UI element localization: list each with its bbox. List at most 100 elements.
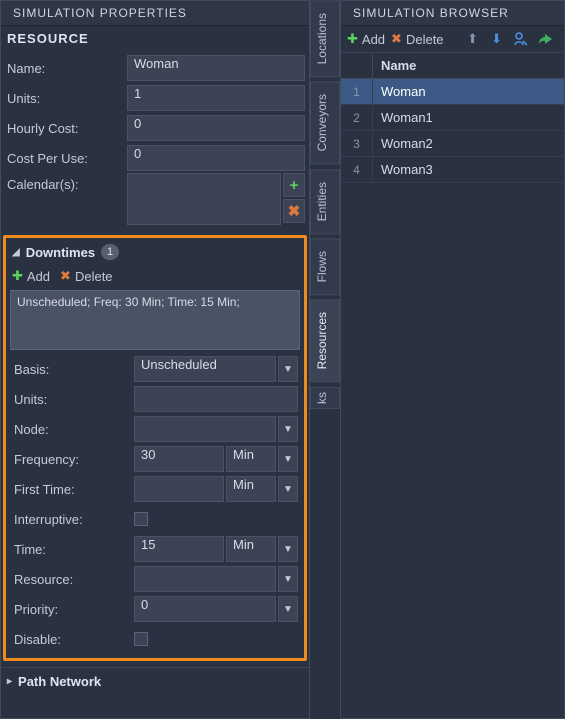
properties-title: SIMULATION PROPERTIES [1, 1, 309, 26]
time-label: Time: [12, 542, 128, 557]
table-row[interactable]: 2 Woman1 [341, 105, 564, 131]
dt-resource-label: Resource: [12, 572, 128, 587]
browser-delete-label: Delete [406, 32, 444, 47]
find-icon[interactable] [512, 30, 530, 48]
downtime-entry[interactable]: Unscheduled; Freq: 30 Min; Time: 15 Min; [17, 295, 293, 309]
dt-resource-select[interactable] [134, 566, 276, 592]
downtime-delete-label: Delete [75, 269, 113, 284]
units-label: Units: [5, 91, 121, 106]
path-network-header[interactable]: ▸ Path Network [1, 667, 309, 695]
time-input[interactable]: 15 [134, 536, 224, 562]
tab-conveyors[interactable]: Conveyors [310, 81, 340, 164]
priority-label: Priority: [12, 602, 128, 617]
category-tabs: Locations Conveyors Entities Flows Resou… [310, 0, 340, 719]
close-icon: ✖ [60, 268, 71, 284]
plus-icon: + [290, 177, 299, 194]
person-search-icon [513, 31, 529, 47]
interruptive-label: Interruptive: [12, 512, 128, 527]
disable-checkbox[interactable] [134, 632, 148, 646]
first-time-unit-select[interactable]: Min [226, 476, 276, 502]
priority-input[interactable]: 0 [134, 596, 276, 622]
hourly-cost-label: Hourly Cost: [5, 121, 121, 136]
downtimes-header: Downtimes [26, 245, 95, 260]
basis-label: Basis: [12, 362, 128, 377]
browser-delete-button[interactable]: ✖ Delete [391, 31, 443, 47]
first-time-input[interactable] [134, 476, 224, 502]
plus-icon: ✚ [347, 31, 358, 47]
row-number: 3 [341, 131, 373, 156]
tab-locations[interactable]: Locations [310, 0, 340, 77]
name-label: Name: [5, 61, 121, 76]
chevron-down-icon[interactable]: ▼ [278, 446, 298, 472]
row-number: 1 [341, 79, 373, 104]
properties-panel: SIMULATION PROPERTIES RESOURCE Name: Wom… [0, 0, 310, 719]
dt-units-label: Units: [12, 392, 128, 407]
row-name[interactable]: Woman1 [373, 105, 564, 130]
frequency-input[interactable]: 30 [134, 446, 224, 472]
node-label: Node: [12, 422, 128, 437]
resource-section-header: RESOURCE [1, 26, 309, 51]
browser-panel: SIMULATION BROWSER ✚ Add ✖ Delete ⬆ ⬇ Na [340, 0, 565, 719]
chevron-down-icon[interactable]: ▼ [278, 476, 298, 502]
basis-select[interactable]: Unscheduled [134, 356, 276, 382]
downtime-add-label: Add [27, 269, 50, 284]
plus-icon: ✚ [12, 268, 23, 284]
tab-resources[interactable]: Resources [310, 299, 340, 382]
hourly-cost-input[interactable]: 0 [127, 115, 305, 141]
export-icon[interactable] [536, 30, 554, 48]
browser-add-label: Add [362, 32, 385, 47]
browser-toolbar: ✚ Add ✖ Delete ⬆ ⬇ [341, 26, 564, 53]
dt-units-input[interactable] [134, 386, 298, 412]
cost-per-use-label: Cost Per Use: [5, 151, 121, 166]
frequency-unit-select[interactable]: Min [226, 446, 276, 472]
time-unit-select[interactable]: Min [226, 536, 276, 562]
browser-grid-header: Name [341, 53, 564, 79]
downtimes-list[interactable]: Unscheduled; Freq: 30 Min; Time: 15 Min; [10, 290, 300, 350]
calendar-remove-button[interactable]: ✖ [283, 199, 305, 223]
browser-title: SIMULATION BROWSER [341, 1, 564, 26]
table-row[interactable]: 4 Woman3 [341, 157, 564, 183]
close-icon: ✖ [391, 31, 402, 47]
row-number: 4 [341, 157, 373, 182]
table-row[interactable]: 1 Woman [341, 79, 564, 105]
downtimes-header-row[interactable]: ◢ Downtimes 1 [8, 240, 302, 264]
move-up-icon[interactable]: ⬆ [464, 30, 482, 48]
share-arrow-icon [537, 32, 553, 46]
chevron-down-icon[interactable]: ▼ [278, 416, 298, 442]
expand-icon: ▸ [7, 676, 12, 687]
chevron-down-icon[interactable]: ▼ [278, 536, 298, 562]
name-column-header[interactable]: Name [373, 53, 564, 78]
chevron-down-icon[interactable]: ▼ [278, 566, 298, 592]
units-input[interactable]: 1 [127, 85, 305, 111]
frequency-label: Frequency: [12, 452, 128, 467]
path-network-label: Path Network [18, 674, 101, 689]
downtime-delete-button[interactable]: ✖ Delete [60, 268, 112, 284]
row-number: 2 [341, 105, 373, 130]
chevron-down-icon[interactable]: ▼ [278, 356, 298, 382]
close-icon: ✖ [288, 202, 301, 220]
disable-label: Disable: [12, 632, 128, 647]
tab-partial[interactable]: ks [310, 387, 340, 409]
row-name[interactable]: Woman [373, 79, 564, 104]
row-name[interactable]: Woman2 [373, 131, 564, 156]
calendars-label: Calendar(s): [5, 173, 121, 192]
downtimes-count-badge: 1 [101, 244, 119, 260]
calendar-add-button[interactable]: + [283, 173, 305, 197]
row-number-header [341, 53, 373, 78]
collapse-icon: ◢ [12, 247, 20, 258]
calendars-list[interactable] [127, 173, 281, 225]
cost-per-use-input[interactable]: 0 [127, 145, 305, 171]
browser-add-button[interactable]: ✚ Add [347, 31, 385, 47]
chevron-down-icon[interactable]: ▼ [278, 596, 298, 622]
downtime-add-button[interactable]: ✚ Add [12, 268, 50, 284]
tab-flows[interactable]: Flows [310, 238, 340, 295]
node-select[interactable] [134, 416, 276, 442]
first-time-label: First Time: [12, 482, 128, 497]
move-down-icon[interactable]: ⬇ [488, 30, 506, 48]
row-name[interactable]: Woman3 [373, 157, 564, 182]
interruptive-checkbox[interactable] [134, 512, 148, 526]
tab-entities[interactable]: Entities [310, 169, 340, 234]
table-row[interactable]: 3 Woman2 [341, 131, 564, 157]
downtimes-section: ◢ Downtimes 1 ✚ Add ✖ Delete Unscheduled… [3, 235, 307, 661]
name-input[interactable]: Woman [127, 55, 305, 81]
